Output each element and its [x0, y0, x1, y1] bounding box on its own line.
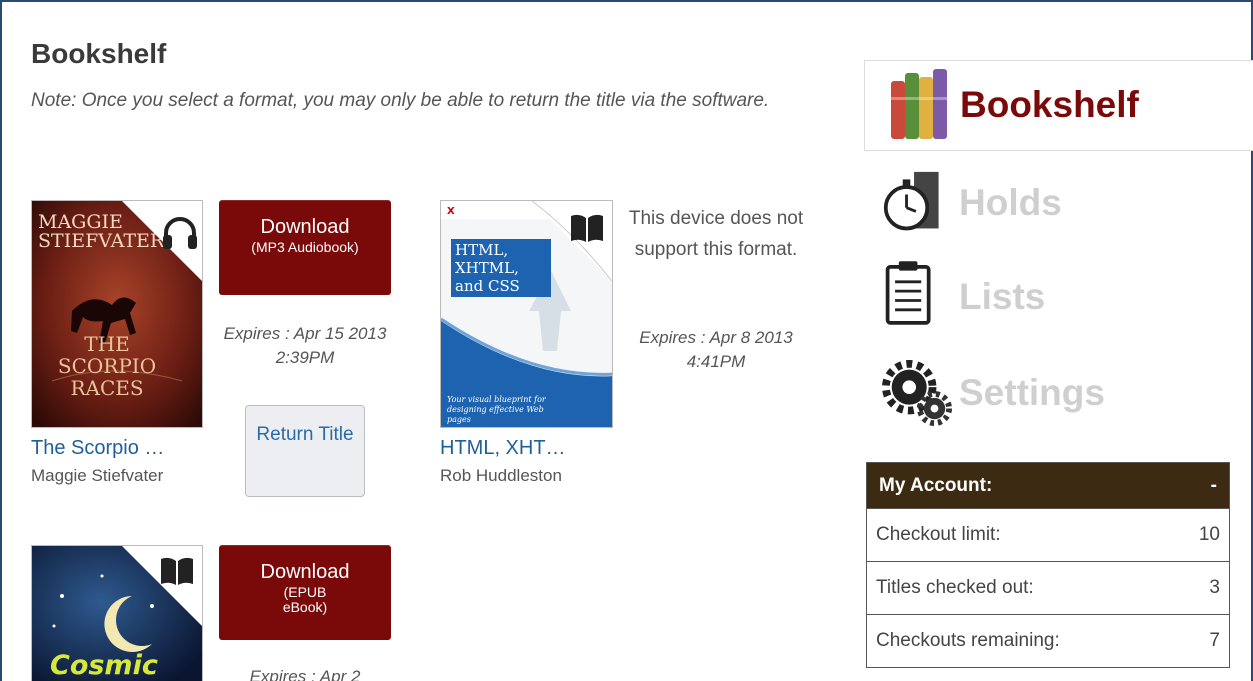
book-icon [571, 214, 603, 242]
book-author: Rob Huddleston [440, 466, 562, 485]
account-collapse-toggle[interactable]: - [1211, 475, 1217, 497]
download-label: Download [260, 216, 350, 238]
nav-settings[interactable]: Settings [864, 358, 1253, 448]
account-row-label: Checkouts remaining: [876, 630, 1060, 651]
expires-text: Expires : Apr 15 2013 2:39PM [223, 324, 387, 367]
expires-text: Expires : Apr 8 2013 4:41PM [639, 328, 793, 371]
books-icon [891, 69, 947, 139]
account-row-label: Checkout limit: [876, 524, 1001, 545]
cover-title-text: THE SCORPIO RACES [57, 332, 157, 400]
clipboard-icon [885, 261, 931, 325]
headphones-icon [163, 217, 197, 249]
download-format: (MP3 Audiobook) [251, 239, 359, 255]
book-title-link[interactable]: HTML, XHT… [440, 437, 566, 460]
download-epub-button[interactable]: Download (EPUB eBook) [219, 545, 391, 640]
cover-subtitle-text: Your visual blueprint for designing effe… [447, 395, 546, 424]
gears-icon [882, 359, 952, 427]
nav-lists[interactable]: Lists [864, 261, 1253, 352]
stopwatch-icon [883, 171, 939, 231]
page-title: Bookshelf [31, 38, 167, 69]
account-row-value: 7 [1209, 630, 1220, 651]
format-note: Note: Once you select a format, you may … [31, 90, 770, 111]
my-account-panel: My Account: - Checkout limit: 10 Titles … [866, 462, 1230, 668]
nav-holds-label: Holds [959, 182, 1062, 223]
book-cover-html[interactable]: X HTML, XHTML, and CSS Your visual bluep… [440, 200, 613, 428]
account-row-label: Titles checked out: [876, 577, 1034, 598]
account-row: Checkouts remaining: 7 [867, 614, 1229, 667]
expires-text: Expires : Apr 2 [249, 667, 361, 681]
nav-lists-label: Lists [959, 276, 1046, 317]
unsupported-message: This device does not support this format… [628, 208, 804, 260]
nav-bookshelf-label: Bookshelf [960, 84, 1139, 125]
return-title-button[interactable]: Return Title [245, 405, 365, 497]
book-cover-cosmic[interactable]: Cosmic [31, 545, 203, 681]
book-icon [161, 557, 193, 585]
account-header[interactable]: My Account: - [867, 463, 1229, 508]
download-mp3-button[interactable]: Download (MP3 Audiobook) [219, 200, 391, 295]
account-row-value: 3 [1209, 577, 1220, 598]
nav-bookshelf[interactable]: Bookshelf [864, 60, 1253, 151]
account-header-label: My Account: [879, 474, 993, 496]
download-label: Download [260, 561, 350, 583]
account-row: Titles checked out: 3 [867, 561, 1229, 614]
book-cover-scorpio[interactable]: MAGGIE STIEFVATER THE SCORPIO RACES [31, 200, 203, 428]
account-row-value: 10 [1198, 524, 1220, 545]
book-author: Maggie Stiefvater [31, 466, 164, 485]
svg-text:X: X [447, 206, 455, 217]
cover-title-text: Cosmic [50, 650, 158, 681]
nav-settings-label: Settings [959, 372, 1105, 413]
account-row: Checkout limit: 10 [867, 508, 1229, 561]
nav-holds[interactable]: Holds [864, 168, 1253, 258]
book-title-link[interactable]: The Scorpio … [31, 437, 164, 460]
download-format: (EPUB eBook) [282, 584, 328, 615]
